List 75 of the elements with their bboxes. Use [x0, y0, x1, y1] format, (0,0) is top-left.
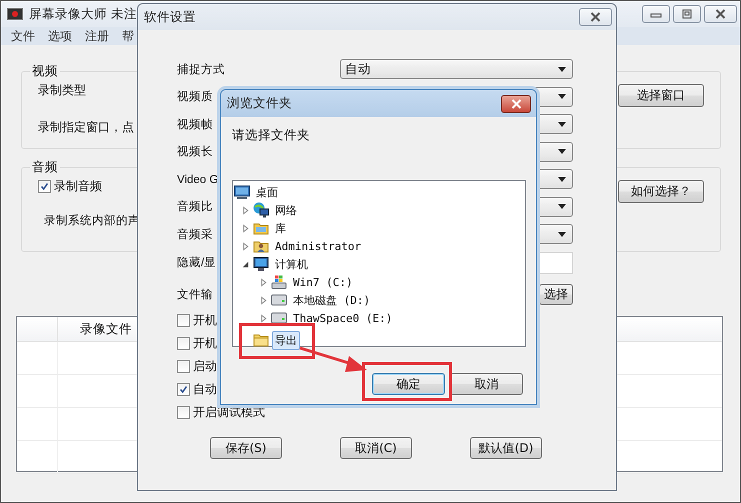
maximize-icon [681, 9, 693, 19]
menu-item[interactable]: 帮 [122, 28, 134, 44]
computer-icon [253, 256, 269, 272]
tree-item[interactable]: 计算机 [272, 254, 311, 274]
drive-icon [271, 274, 287, 290]
setting-label: 音频比 [177, 201, 213, 213]
dialog-button[interactable]: 保存(S) [210, 437, 282, 459]
arrow [300, 346, 367, 372]
checkbox-label: 开机 [193, 334, 217, 352]
checkbox[interactable] [177, 336, 190, 350]
dialog-button[interactable]: 取消 [450, 373, 523, 395]
tree-item[interactable]: 桌面 [253, 182, 281, 202]
maximize-button[interactable] [673, 5, 701, 23]
select-window-button[interactable]: 选择窗口 [618, 84, 704, 107]
window-title: 屏幕录像大师 未注 [29, 6, 137, 22]
window-title: 软件设置 [144, 8, 196, 26]
setting-label: 视频帧 [177, 118, 213, 130]
tree-item[interactable]: ThawSpace0 (E:) [290, 310, 396, 326]
menu-item[interactable]: 文件 [11, 28, 35, 44]
close-button[interactable] [501, 94, 531, 112]
caret-icon [558, 94, 566, 99]
checkbox[interactable] [177, 314, 190, 326]
help-button[interactable]: 如何选择？ [618, 180, 704, 203]
dialog-button[interactable]: 默认值(D) [470, 437, 542, 459]
dialog-button[interactable]: 确定 [372, 373, 445, 395]
checkbox[interactable] [177, 360, 190, 372]
caret-icon [558, 149, 566, 154]
tree-item[interactable]: 导出 [272, 330, 300, 350]
expander-icon[interactable] [241, 260, 250, 268]
tree-item[interactable]: 库 [272, 218, 289, 238]
hint-text: 录制指定窗口，点 [38, 119, 134, 136]
label: 录制类型 [38, 82, 87, 99]
setting-label: 捕捉方式 [177, 64, 225, 76]
checkbox-label: 启动 [193, 358, 217, 374]
window-title: 浏览文件夹 [227, 95, 292, 112]
caret-icon [558, 122, 566, 126]
checkbox[interactable] [177, 406, 190, 418]
menu-item[interactable]: 注册 [85, 28, 109, 44]
dropdown[interactable]: 自动 [340, 59, 573, 79]
close-icon [589, 12, 602, 22]
menu-item[interactable]: 选项 [48, 28, 72, 44]
setting-label: 隐藏/显 [177, 257, 216, 269]
tree-item[interactable]: Administrator [272, 238, 364, 254]
tree-item[interactable]: 网络 [272, 200, 300, 220]
desktop-icon [234, 184, 250, 200]
setting-label: 视频质 [177, 91, 213, 103]
setting-label: 文件输 [177, 289, 213, 301]
setting-label: 音频采 [177, 228, 213, 240]
network-icon [253, 202, 269, 218]
caret-icon [558, 232, 566, 236]
close-button[interactable] [704, 5, 737, 23]
tree-item[interactable]: 本地磁盘 (D:) [290, 290, 374, 310]
app-icon [7, 8, 23, 20]
checkbox-label: 自动 [193, 380, 217, 398]
prompt-text: 请选择文件夹 [232, 127, 311, 144]
browse-button[interactable]: 选择 [539, 284, 573, 305]
minimize-button[interactable] [642, 5, 670, 23]
checkbox[interactable] [177, 382, 190, 396]
folder-icon [253, 332, 269, 348]
group-title: 视频 [31, 63, 59, 80]
close-icon [510, 98, 522, 108]
setting-label: 视频长 [177, 146, 213, 158]
checkbox[interactable] [38, 180, 51, 193]
drive-icon [271, 310, 287, 326]
caret-icon [558, 176, 566, 182]
checkbox-label: 开机 [193, 312, 217, 328]
caret-icon [558, 66, 566, 72]
checkbox-label: 录制音频 [54, 178, 102, 195]
dialog-button[interactable]: 取消(C) [340, 437, 412, 459]
drive-icon [271, 292, 287, 308]
close-button[interactable] [579, 8, 612, 26]
close-icon [714, 9, 727, 19]
group-title: 音频 [31, 159, 59, 176]
caret-icon [558, 204, 566, 209]
tree-item[interactable]: Win7 (C:) [290, 274, 356, 290]
